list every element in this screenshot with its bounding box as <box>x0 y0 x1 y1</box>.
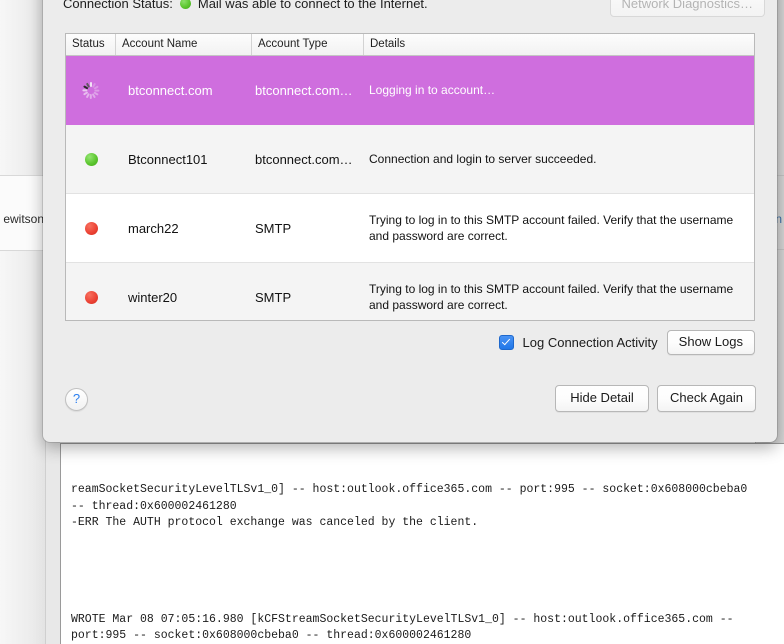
table-row[interactable]: march22 SMTP Trying to log in to this SM… <box>66 194 754 263</box>
column-header-account-name[interactable]: Account Name <box>116 34 252 55</box>
row-account-name: btconnect.com <box>116 83 252 98</box>
background-left-label: ewitson <box>0 212 45 226</box>
help-button[interactable]: ? <box>65 388 88 411</box>
check-again-button[interactable]: Check Again <box>657 385 756 412</box>
row-account-type: SMTP <box>252 290 364 305</box>
row-status-cell <box>66 82 116 99</box>
connection-log-text: reamSocketSecurityLevelTLSv1_0] -- host:… <box>61 444 784 644</box>
show-logs-button[interactable]: Show Logs <box>667 330 755 355</box>
background-left-panel <box>0 0 46 644</box>
row-account-name: winter20 <box>116 290 252 305</box>
row-details: Trying to log in to this SMTP account fa… <box>364 281 754 313</box>
log-connection-activity-checkbox[interactable] <box>499 335 514 350</box>
row-account-name: Btconnect101 <box>116 152 252 167</box>
app-root: ewitson gn reamSocketSecurityLevelTLSv1_… <box>0 0 784 644</box>
column-header-account-type[interactable]: Account Type <box>252 34 364 55</box>
status-dot-red-icon <box>85 222 98 235</box>
connection-doctor-sheet: Connection Status: Mail was able to conn… <box>43 0 777 442</box>
row-status-cell <box>66 222 116 235</box>
status-dot-red-icon <box>85 291 98 304</box>
table-row[interactable]: winter20 SMTP Trying to log in to this S… <box>66 263 754 321</box>
row-account-type: btconnect.com… <box>252 83 364 98</box>
spinner-icon <box>83 82 100 99</box>
status-dot-green-icon <box>85 153 98 166</box>
sheet-action-buttons: Hide Detail Check Again <box>555 385 756 412</box>
hide-detail-button[interactable]: Hide Detail <box>555 385 649 412</box>
table-row[interactable]: Btconnect101 btconnect.com… Connection a… <box>66 125 754 194</box>
log-spacer <box>71 563 776 579</box>
log-block: WROTE Mar 08 07:05:16.980 [kCFStreamSock… <box>71 612 776 644</box>
log-activity-row: Log Connection Activity Show Logs <box>499 330 755 355</box>
connection-status-text: Mail was able to connect to the Internet… <box>198 0 428 11</box>
table-row[interactable]: btconnect.com btconnect.com… Logging in … <box>66 56 754 125</box>
accounts-table: Status Account Name Account Type Details <box>65 33 755 321</box>
table-header-row: Status Account Name Account Type Details <box>66 34 754 56</box>
status-dot-green-icon <box>180 0 191 9</box>
row-status-cell <box>66 291 116 304</box>
row-account-name: march22 <box>116 221 252 236</box>
connection-status-label: Connection Status: <box>63 0 173 11</box>
log-block: reamSocketSecurityLevelTLSv1_0] -- host:… <box>71 482 776 531</box>
log-connection-activity-label: Log Connection Activity <box>523 335 658 350</box>
connection-status-row: Connection Status: Mail was able to conn… <box>63 0 428 12</box>
row-status-cell <box>66 153 116 166</box>
row-account-type: SMTP <box>252 221 364 236</box>
column-header-details[interactable]: Details <box>364 34 754 55</box>
row-details: Trying to log in to this SMTP account fa… <box>364 212 754 244</box>
row-details: Connection and login to server succeeded… <box>364 151 754 167</box>
row-details: Logging in to account… <box>364 82 754 98</box>
network-diagnostics-button[interactable]: Network Diagnostics… <box>610 0 766 17</box>
row-account-type: btconnect.com… <box>252 152 364 167</box>
connection-log-panel[interactable]: reamSocketSecurityLevelTLSv1_0] -- host:… <box>60 443 784 644</box>
column-header-status[interactable]: Status <box>66 34 116 55</box>
